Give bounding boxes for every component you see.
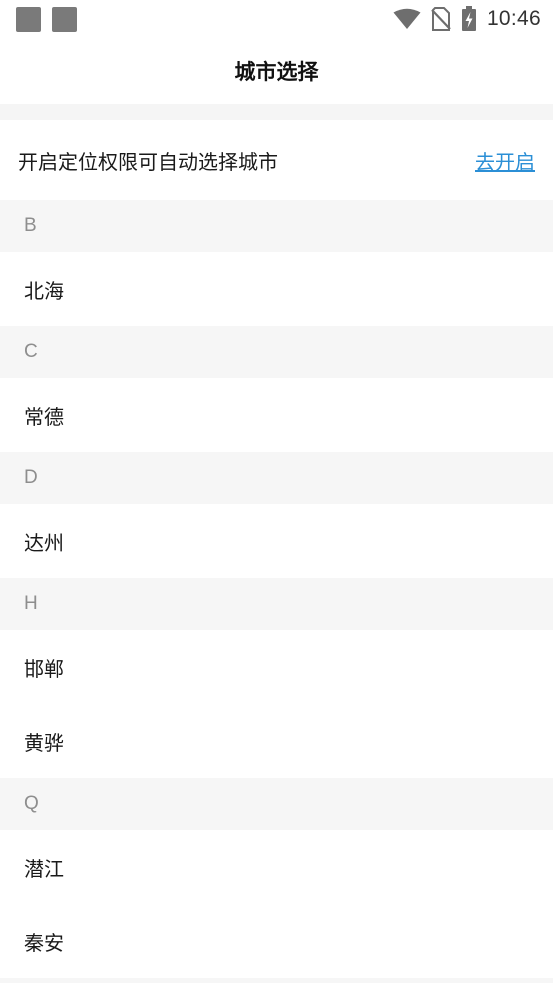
divider-strip xyxy=(0,104,553,120)
system-indicators: 10:46 xyxy=(393,6,541,32)
city-item[interactable]: 常德 xyxy=(0,378,553,452)
notification-icon xyxy=(52,6,77,32)
section-header-q: Q xyxy=(0,778,553,830)
section-header-c: C xyxy=(0,326,553,378)
page-title: 城市选择 xyxy=(234,60,319,84)
no-sim-icon xyxy=(431,7,451,31)
wifi-icon xyxy=(393,8,421,30)
section-header-b: B xyxy=(0,200,553,252)
location-permission-text: 开启定位权限可自动选择城市 xyxy=(18,149,278,174)
city-item[interactable]: 达州 xyxy=(0,504,553,578)
city-item[interactable]: 黄骅 xyxy=(0,704,553,778)
city-list: B 北海 C 常德 D 达州 H 邯郸 黄骅 Q 潜江 秦安 xyxy=(0,200,553,983)
section-header-h: H xyxy=(0,578,553,630)
battery-charging-icon xyxy=(461,6,477,32)
city-item[interactable]: 潜江 xyxy=(0,830,553,904)
city-item[interactable]: 邯郸 xyxy=(0,630,553,704)
section-header-d: D xyxy=(0,452,553,504)
city-item[interactable]: 北海 xyxy=(0,252,553,326)
title-bar: 城市选择 xyxy=(0,38,553,104)
clock-time: 10:46 xyxy=(486,7,541,30)
location-permission-banner: 开启定位权限可自动选择城市 去开启 xyxy=(0,120,553,200)
status-bar: 10:46 xyxy=(0,0,553,38)
list-bottom-divider xyxy=(0,978,553,983)
city-item[interactable]: 秦安 xyxy=(0,904,553,978)
enable-location-link[interactable]: 去开启 xyxy=(475,146,535,175)
city-select-screen: 10:46 城市选择 开启定位权限可自动选择城市 去开启 B 北海 C 常德 D… xyxy=(0,0,553,983)
notification-icon xyxy=(16,6,41,32)
notification-area xyxy=(16,6,77,32)
